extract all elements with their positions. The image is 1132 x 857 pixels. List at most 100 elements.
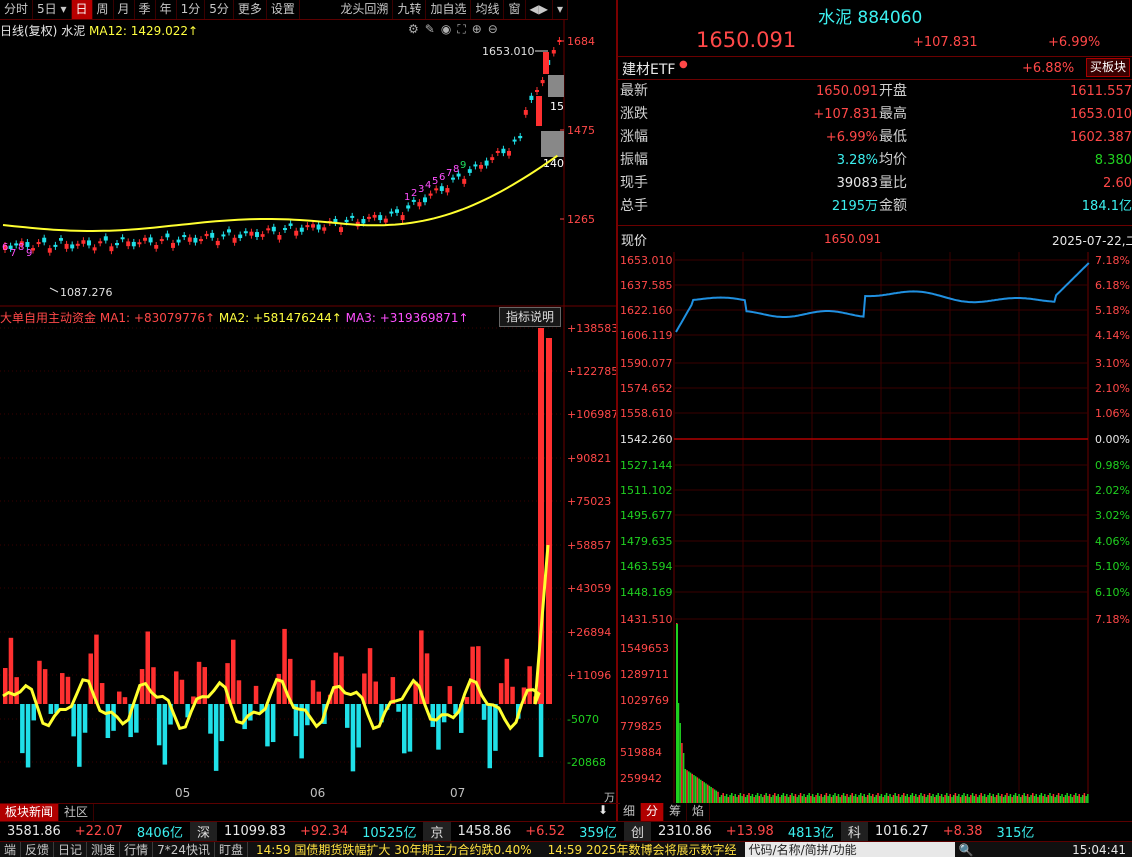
quote-value: 1602.387 bbox=[1069, 130, 1132, 145]
intraday-vol-bar bbox=[703, 782, 706, 803]
intraday-vol-bar bbox=[971, 793, 974, 803]
intraday-vol-bar bbox=[724, 796, 726, 803]
intraday-price-tick-2: 1622.160 bbox=[620, 304, 673, 317]
intraday-vol-bar bbox=[811, 794, 814, 803]
settings-icon[interactable]: ⚙ bbox=[408, 22, 419, 37]
toolbar-item-13[interactable]: 加自选 bbox=[426, 0, 472, 19]
status-tab-1[interactable]: 反馈 bbox=[21, 842, 55, 857]
toolbar-item-9[interactable]: 更多 bbox=[234, 0, 267, 19]
indicator-bar bbox=[42, 669, 48, 704]
intraday-vol-bar bbox=[863, 794, 865, 803]
intraday-vol-bar bbox=[992, 794, 994, 803]
intraday-vol-bar bbox=[817, 793, 819, 803]
toolbar-item-7[interactable]: 1分 bbox=[177, 0, 206, 19]
toolbar-item-8[interactable]: 5分 bbox=[205, 0, 234, 19]
nine-seq-4: 5 bbox=[432, 176, 438, 187]
status-tab-3[interactable]: 测速 bbox=[87, 842, 121, 857]
bottom-tab-1[interactable]: 社区 bbox=[59, 804, 95, 821]
intraday-vol-bar bbox=[1045, 797, 1048, 803]
intraday-vol-bar bbox=[694, 776, 697, 803]
status-tab-5[interactable]: 7*24快讯 bbox=[153, 842, 215, 857]
toolbar-more-icon[interactable]: ▾ bbox=[553, 0, 568, 19]
search-input[interactable]: 代码/名称/简拼/功能 bbox=[744, 842, 955, 857]
intraday-vol-bar bbox=[1059, 796, 1062, 803]
news-ticker-2[interactable]: 14:59 2025年数博会将展示数字经 bbox=[540, 842, 745, 857]
bottom-tabs-right: 细分筹焰 bbox=[618, 803, 711, 821]
toolbar-nav-icon[interactable]: ◀▶ bbox=[526, 0, 553, 19]
intraday-vol-bar bbox=[942, 797, 945, 803]
candle-body bbox=[434, 188, 439, 191]
intraday-vol-tick-2: 1029769 bbox=[620, 694, 669, 707]
fullscreen-icon[interactable]: ⛶ bbox=[457, 22, 465, 37]
toolbar-item-0[interactable]: 分时 bbox=[0, 0, 34, 19]
toolbar-item-6[interactable]: 年 bbox=[156, 0, 177, 19]
status-tab-2[interactable]: 日记 bbox=[54, 842, 88, 857]
toolbar-item-15[interactable]: 窗 bbox=[504, 0, 526, 19]
toolbar-item-3[interactable]: 周 bbox=[93, 0, 114, 19]
intraday-vol-bar bbox=[712, 788, 714, 803]
index-item-9: +6.52 bbox=[525, 824, 566, 839]
toolbar-item-12[interactable]: 九转 bbox=[393, 0, 427, 19]
intraday-vol-bar bbox=[700, 779, 702, 803]
intraday-vol-bar bbox=[1047, 795, 1050, 803]
toolbar-item-11[interactable]: 龙头回溯 bbox=[336, 0, 394, 19]
toolbar-item-5[interactable]: 季 bbox=[135, 0, 156, 19]
status-tab-0[interactable]: 端 bbox=[0, 842, 22, 857]
intraday-pct-tick-13: 6.10% bbox=[1095, 586, 1130, 599]
toolbar-item-10[interactable]: 设置 bbox=[267, 0, 300, 19]
draw-icon[interactable]: ✎ bbox=[425, 22, 435, 37]
etf-link[interactable]: 建材ETF bbox=[622, 59, 675, 79]
toolbar-item-14[interactable]: 均线 bbox=[471, 0, 505, 19]
status-tab-4[interactable]: 行情 bbox=[120, 842, 154, 857]
indicator-help-button[interactable]: 指标说明 bbox=[499, 307, 561, 327]
intraday-vol-bar bbox=[770, 797, 773, 803]
intraday-vol-bar bbox=[801, 796, 804, 803]
indicator-bar bbox=[345, 704, 350, 728]
zoom-in-icon[interactable]: ⊕ bbox=[472, 22, 482, 37]
indicator-bar bbox=[504, 658, 510, 704]
intraday-vol-bar bbox=[794, 794, 797, 803]
bottom-tab-0[interactable]: 板块新闻 bbox=[0, 804, 60, 821]
intraday-vol-bar bbox=[884, 795, 886, 803]
indicator-bar bbox=[65, 676, 71, 704]
candle-body bbox=[383, 218, 388, 223]
indicator-bar bbox=[117, 691, 122, 704]
intraday-vol-bar bbox=[978, 795, 981, 803]
toolbar-item-1[interactable]: 5日 ▾ bbox=[33, 0, 72, 19]
intraday-vol-bar bbox=[787, 797, 790, 803]
intraday-vol-bar bbox=[741, 796, 743, 803]
zoom-out-icon[interactable]: ⊖ bbox=[488, 22, 498, 37]
intraday-vol-bar bbox=[856, 797, 859, 803]
news-ticker-1[interactable]: 14:59 国债期货跌幅扩大 30年期主力合约跌0.40% bbox=[248, 842, 540, 857]
bottom-right-tab-0[interactable]: 细 bbox=[618, 803, 642, 821]
toolbar-item-2[interactable]: 日 bbox=[71, 0, 93, 19]
search-icon[interactable]: 🔍 bbox=[955, 843, 978, 857]
kline-chart[interactable]: +138583 +122785 +106987 +90821 +75023 +58857 +… bbox=[0, 20, 620, 803]
status-tab-6[interactable]: 盯盘 bbox=[215, 842, 248, 857]
eye-icon[interactable]: ◉ bbox=[441, 22, 451, 37]
intraday-chart[interactable]: 1653.010 1637.585 1622.160 1606.119 1590.077… bbox=[618, 252, 1132, 803]
ma12-line bbox=[2, 154, 558, 232]
candle-body bbox=[288, 223, 293, 226]
candle-body bbox=[59, 238, 63, 241]
intraday-vol-bar bbox=[1073, 795, 1075, 803]
kline-legend: 日线(复权) 水泥 MA12: 1429.022↑ bbox=[0, 22, 198, 39]
bottom-right-tab-1[interactable]: 分 bbox=[641, 803, 665, 821]
toolbar-item-4[interactable]: 月 bbox=[114, 0, 135, 19]
bottom-right-tab-2[interactable]: 筹 bbox=[664, 803, 688, 821]
intraday-vol-bar bbox=[920, 793, 922, 803]
buy-sector-button[interactable]: 买板块 bbox=[1086, 58, 1130, 77]
intraday-vol-bar bbox=[805, 797, 807, 803]
bottom-right-tab-3[interactable]: 焰 bbox=[687, 803, 711, 821]
indicator-ytick-5: +58857 bbox=[567, 539, 611, 552]
intraday-vol-bar bbox=[889, 794, 891, 803]
intraday-vol-bar bbox=[1030, 795, 1032, 803]
intraday-vol-bar bbox=[985, 797, 988, 803]
intraday-vol-bar bbox=[897, 794, 900, 803]
scroll-down-icon[interactable]: ⬇ bbox=[598, 803, 608, 817]
intraday-vol-bar bbox=[753, 797, 755, 803]
intraday-vol-bar bbox=[961, 795, 964, 803]
intraday-vol-bar bbox=[947, 796, 950, 803]
intraday-vol-bar bbox=[791, 793, 793, 803]
month-label-0: 05 bbox=[175, 786, 190, 800]
